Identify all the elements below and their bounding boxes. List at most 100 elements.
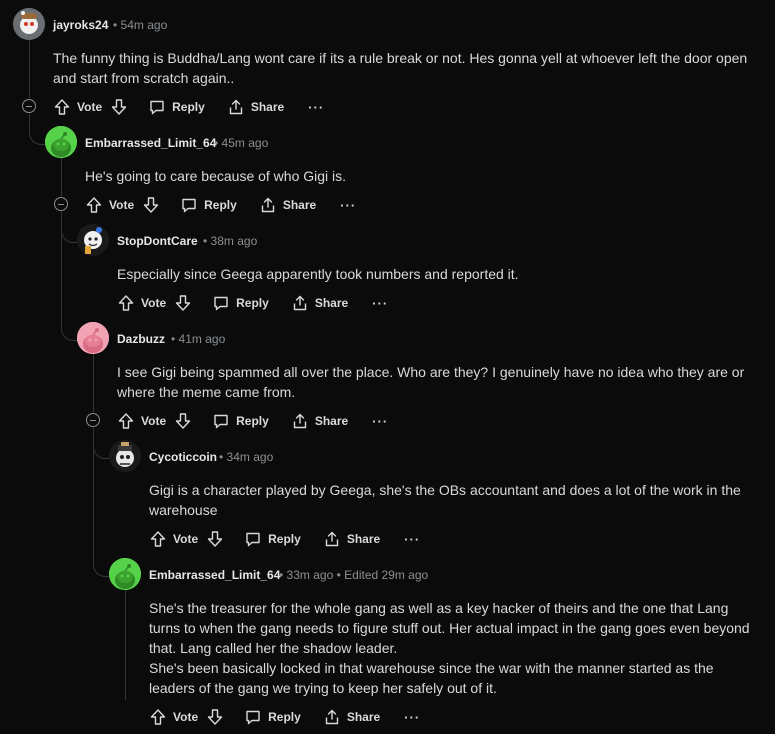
edited-label: Edited 29m ago [344, 568, 429, 582]
comment-icon [246, 710, 260, 725]
reply-button[interactable]: Reply [244, 530, 301, 548]
vote-label: Vote [173, 532, 199, 546]
comment-actions: Vote Reply Share ··· [85, 193, 356, 217]
reply-button[interactable]: Reply [148, 98, 205, 116]
collapse-button[interactable] [22, 99, 36, 113]
username[interactable]: Cycoticcoin [149, 450, 217, 464]
reply-label: Reply [236, 296, 269, 310]
thread-line [125, 590, 126, 700]
more-options-button[interactable]: ··· [340, 198, 356, 213]
comment-body: I see Gigi being spammed all over the pl… [117, 362, 757, 402]
upvote-button[interactable] [117, 294, 135, 312]
share-label: Share [314, 296, 349, 310]
reply-button[interactable]: Reply [212, 294, 269, 312]
downvote-button[interactable] [142, 196, 160, 214]
upvote-button[interactable] [117, 412, 135, 430]
timestamp: 41m ago [178, 332, 226, 346]
share-button[interactable]: Share [323, 708, 380, 726]
arrow-up-icon [86, 197, 102, 213]
avatar[interactable] [13, 8, 45, 40]
collapse-button[interactable] [86, 413, 100, 427]
comment-meta: • 34m ago [219, 450, 273, 464]
more-options-button[interactable]: ··· [372, 296, 388, 311]
avatar[interactable] [109, 440, 141, 472]
username[interactable]: Dazbuzz [117, 332, 165, 346]
arrow-down-icon [175, 413, 191, 429]
vote-label: Vote [141, 414, 167, 428]
arrow-up-icon [150, 709, 166, 725]
comment-actions: Vote Reply Share ··· [117, 409, 388, 433]
more-options-icon: ··· [372, 295, 389, 311]
upvote-button[interactable] [149, 530, 167, 548]
upvote-button[interactable] [85, 196, 103, 214]
comment-paragraph: Gigi is a character played by Geega, she… [149, 482, 741, 518]
comment-actions: Vote Reply Share ··· [117, 291, 388, 315]
downvote-button[interactable] [174, 294, 192, 312]
share-button[interactable]: Share [291, 294, 348, 312]
more-options-button[interactable]: ··· [372, 414, 388, 429]
more-options-button[interactable]: ··· [404, 710, 420, 725]
reply-button[interactable]: Reply [244, 708, 301, 726]
share-label: Share [314, 414, 349, 428]
comment-icon [182, 198, 196, 213]
comment-actions: Vote Reply Share ··· [53, 95, 324, 119]
more-options-button[interactable]: ··· [404, 532, 420, 547]
comment-meta: • 41m ago [171, 332, 225, 346]
downvote-button[interactable] [110, 98, 128, 116]
collapse-button[interactable] [54, 197, 68, 211]
separator: • [214, 136, 219, 150]
vote-label: Vote [109, 198, 135, 212]
avatar[interactable] [77, 322, 109, 354]
comment-paragraph: She's been basically locked in that ware… [149, 660, 714, 696]
reply-label: Reply [268, 710, 301, 724]
arrow-up-icon [54, 99, 70, 115]
username[interactable]: Embarrassed_Limit_64 [85, 136, 216, 150]
separator: • [171, 332, 176, 346]
upvote-button[interactable] [149, 708, 167, 726]
more-options-icon: ··· [308, 99, 325, 115]
thread-line [93, 354, 94, 412]
reply-label: Reply [268, 532, 301, 546]
comment-actions: Vote Reply Share ··· [149, 527, 420, 551]
reply-button[interactable]: Reply [180, 196, 237, 214]
comment-meta: • 45m ago [214, 136, 268, 150]
share-icon [261, 197, 275, 213]
more-options-button[interactable]: ··· [308, 100, 324, 115]
comment-body: Gigi is a character played by Geega, she… [149, 480, 754, 520]
share-button[interactable]: Share [259, 196, 316, 214]
thread-line [61, 158, 62, 196]
share-button[interactable]: Share [291, 412, 348, 430]
arrow-up-icon [150, 531, 166, 547]
username[interactable]: jayroks24 [53, 18, 108, 32]
reply-button[interactable]: Reply [212, 412, 269, 430]
username[interactable]: Embarrassed_Limit_64 [149, 568, 280, 582]
downvote-button[interactable] [206, 708, 224, 726]
timestamp: 38m ago [210, 234, 258, 248]
upvote-button[interactable] [53, 98, 71, 116]
avatar[interactable] [77, 224, 109, 256]
separator: • [219, 450, 224, 464]
share-icon [229, 99, 243, 115]
more-options-icon: ··· [404, 709, 421, 725]
share-icon [293, 295, 307, 311]
share-button[interactable]: Share [227, 98, 284, 116]
reply-label: Reply [236, 414, 269, 428]
share-icon [325, 709, 339, 725]
arrow-up-icon [118, 295, 134, 311]
arrow-down-icon [207, 709, 223, 725]
arrow-up-icon [118, 413, 134, 429]
avatar[interactable] [109, 558, 141, 590]
more-options-icon: ··· [372, 413, 389, 429]
vote-label: Vote [77, 100, 103, 114]
reply-label: Reply [172, 100, 205, 114]
share-button[interactable]: Share [323, 530, 380, 548]
share-icon [293, 413, 307, 429]
arrow-down-icon [143, 197, 159, 213]
downvote-button[interactable] [206, 530, 224, 548]
comment-paragraph: She's the treasurer for the whole gang a… [149, 600, 750, 656]
avatar[interactable] [45, 126, 77, 158]
downvote-button[interactable] [174, 412, 192, 430]
username[interactable]: StopDontCare [117, 234, 198, 248]
vote-label: Vote [173, 710, 199, 724]
comment-body: The funny thing is Buddha/Lang wont care… [53, 48, 753, 88]
